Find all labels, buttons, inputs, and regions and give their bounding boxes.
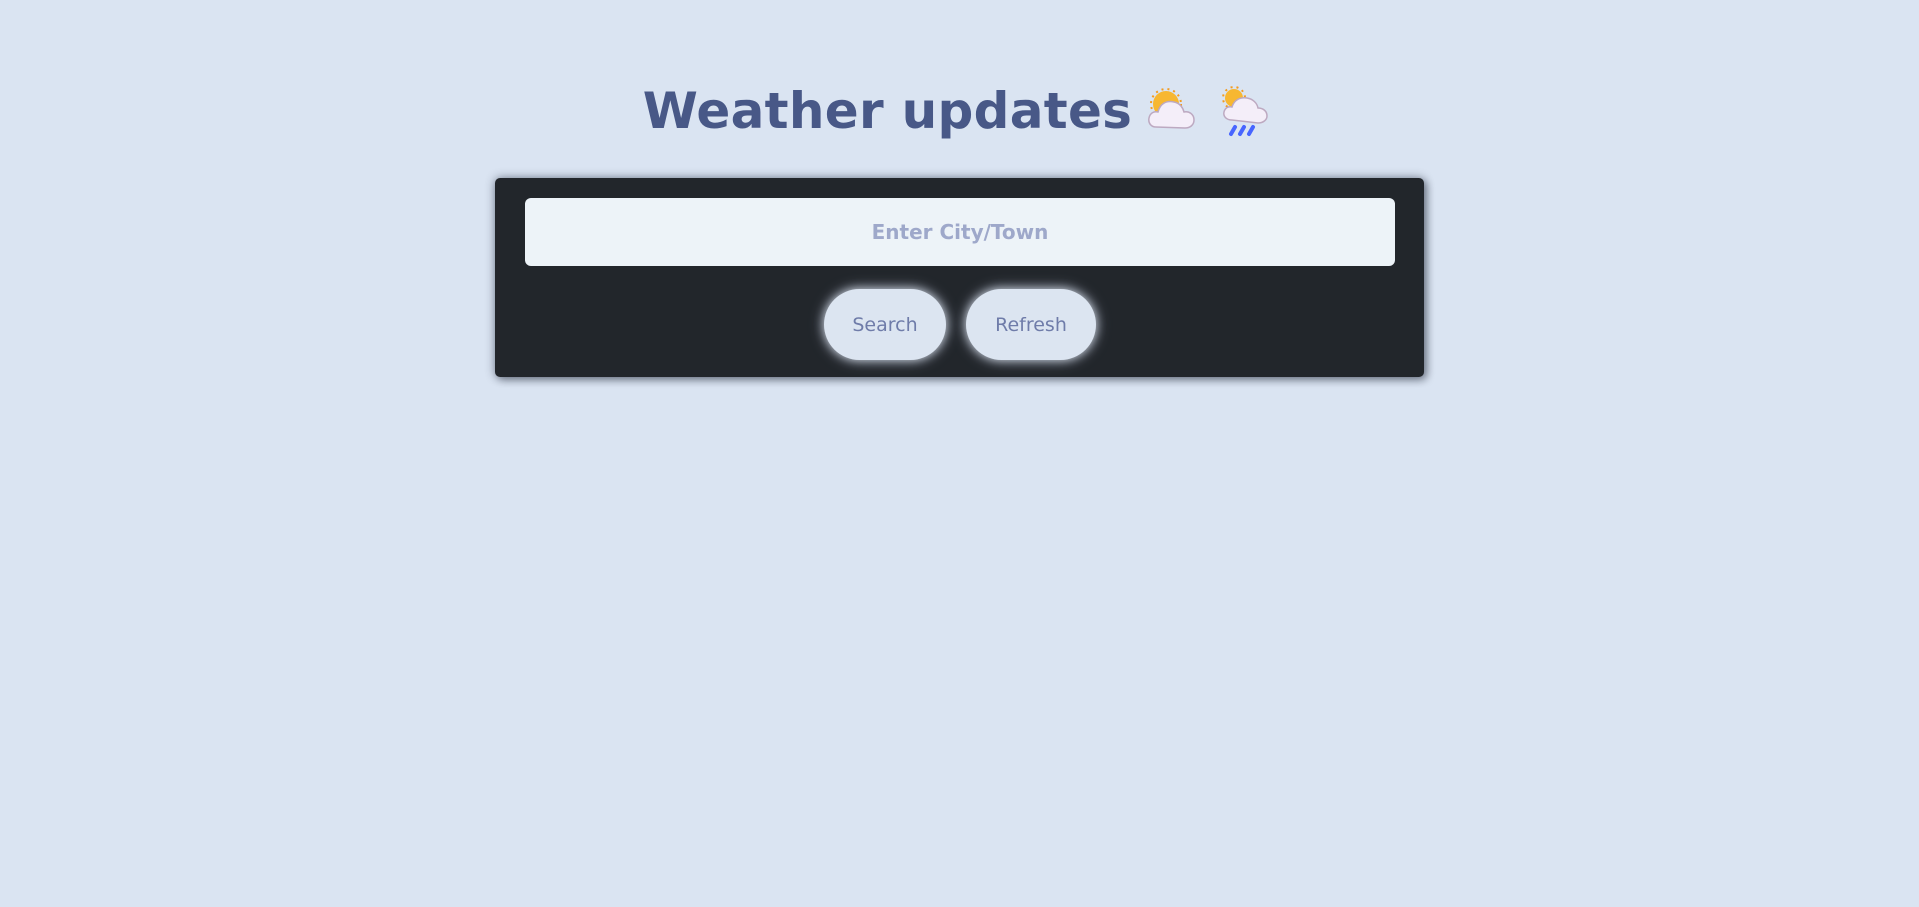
refresh-button[interactable]: Refresh (966, 289, 1096, 360)
page-title: Weather updates (642, 81, 1133, 140)
sun-behind-cloud-icon (1146, 82, 1204, 140)
sun-behind-rain-cloud-icon (1218, 82, 1276, 140)
search-button[interactable]: Search (824, 289, 946, 360)
city-search-input[interactable] (525, 198, 1395, 266)
search-panel: Search Refresh (495, 178, 1424, 377)
page-header: Weather updates (0, 52, 1919, 169)
